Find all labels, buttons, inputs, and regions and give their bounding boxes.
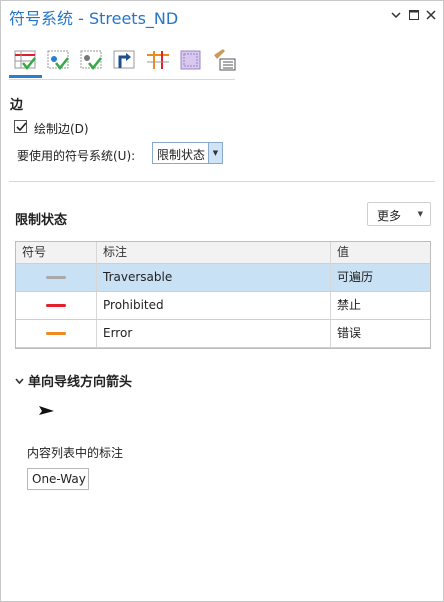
system-junction-icon — [80, 50, 102, 71]
pane-title: 符号系统 - Streets_ND — [9, 9, 179, 28]
tool-properties[interactable] — [207, 45, 237, 75]
draw-edges-label[interactable]: 绘制边(D) — [34, 120, 89, 137]
table-row[interactable]: Prohibited 禁止 — [16, 292, 430, 320]
edge-symbology-icon — [14, 50, 36, 71]
tool-restrictions[interactable] — [141, 45, 171, 75]
symbol-cell[interactable] — [16, 320, 96, 347]
arrow-right-icon — [39, 406, 54, 415]
brush-list-icon — [214, 49, 236, 71]
label-cell[interactable]: Traversable — [96, 264, 330, 291]
symbology-select[interactable]: 限制状态 ▼ — [152, 142, 223, 164]
column-header-label[interactable]: 标注 — [96, 242, 330, 264]
symbology-select-value: 限制状态 — [157, 148, 206, 162]
active-tool-indicator — [9, 75, 42, 78]
chevron-down-icon: ▼ — [417, 210, 423, 218]
dropdown-arrow-icon[interactable]: ▼ — [208, 143, 222, 163]
line-swatch-error — [46, 332, 66, 335]
more-button-label: 更多 — [377, 209, 402, 223]
restriction-grid-icon — [147, 51, 169, 69]
label-cell[interactable]: Error — [96, 320, 330, 347]
symbol-cell[interactable] — [16, 292, 96, 319]
content-label-input[interactable]: One-Way — [27, 468, 89, 490]
junction-symbology-icon — [47, 50, 69, 71]
tool-turns[interactable] — [108, 45, 138, 75]
oneway-section-toggle[interactable]: 单向导线方向箭头 — [15, 371, 132, 390]
checkmark-icon — [16, 122, 27, 132]
restriction-table: 符号 标注 值 Traversable 可遍历 Prohibited 禁止 Er… — [15, 241, 431, 349]
chevron-down-icon[interactable] — [388, 7, 404, 23]
content-label-value: One-Way — [32, 472, 86, 486]
tool-edges[interactable] — [9, 45, 39, 75]
table-row[interactable]: Traversable 可遍历 — [16, 264, 430, 292]
more-button[interactable]: 更多 ▼ — [367, 202, 431, 226]
value-cell: 禁止 — [330, 292, 430, 319]
maximize-icon[interactable] — [406, 7, 422, 23]
tool-junctions[interactable] — [42, 45, 72, 75]
content-label: 内容列表中的标注 — [27, 446, 124, 460]
restriction-heading: 限制状态 — [15, 213, 68, 228]
column-header-symbol[interactable]: 符号 — [16, 242, 96, 264]
toolbar-divider — [9, 79, 235, 80]
tool-polygon[interactable] — [174, 45, 204, 75]
close-icon[interactable] — [423, 7, 439, 23]
pane-titlebar: 符号系统 - Streets_ND — [1, 1, 443, 31]
symbology-toolbar — [9, 41, 249, 81]
line-swatch-traversable — [46, 276, 66, 279]
tool-system-junctions[interactable] — [75, 45, 105, 75]
table-row[interactable]: Error 错误 — [16, 320, 430, 348]
column-header-value[interactable]: 值 — [330, 242, 430, 264]
polygon-icon — [180, 50, 201, 70]
oneway-heading: 单向导线方向箭头 — [28, 375, 133, 390]
oneway-arrow-symbol[interactable] — [38, 405, 56, 420]
chevron-down-icon — [15, 377, 24, 388]
edges-heading: 边 — [10, 98, 24, 113]
draw-edges-checkbox[interactable] — [14, 120, 27, 133]
symbology-pane: 符号系统 - Streets_ND 边 绘制边(D) 要使用的符号系统(U): … — [0, 0, 444, 602]
line-swatch-prohibited — [46, 304, 66, 307]
value-cell: 可遍历 — [330, 264, 430, 291]
section-divider — [9, 181, 435, 182]
value-cell: 错误 — [330, 320, 430, 347]
symbology-label: 要使用的符号系统(U): — [17, 149, 136, 163]
symbol-cell[interactable] — [16, 264, 96, 291]
turn-icon — [113, 50, 135, 69]
label-cell[interactable]: Prohibited — [96, 292, 330, 319]
table-header: 符号 标注 值 — [16, 242, 430, 264]
